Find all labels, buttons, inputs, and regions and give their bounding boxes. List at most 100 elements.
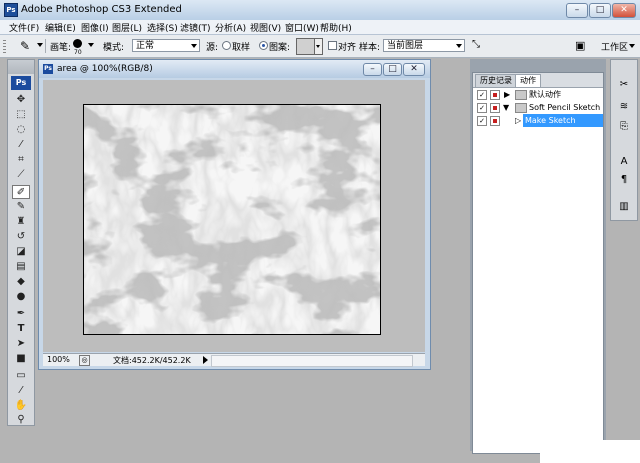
expand-arrow-icon[interactable]: ▷	[515, 114, 521, 127]
menu-image[interactable]: 图像(I)	[81, 21, 109, 34]
action-set-label: 默认动作	[529, 90, 561, 99]
tool-preset-dropdown[interactable]	[37, 43, 43, 47]
canvas-area[interactable]	[43, 80, 425, 352]
action-set-row[interactable]: ✓ ▼ Soft Pencil Sketch	[473, 101, 603, 114]
clone-source-icon[interactable]: ⎘	[615, 120, 633, 134]
brush-preview-icon[interactable]	[73, 39, 82, 48]
eyedropper-icon[interactable]: ⁄	[12, 384, 30, 398]
lasso-icon[interactable]: ◌	[12, 123, 30, 137]
move-icon[interactable]: ✥	[12, 93, 30, 107]
clone-stamp-icon[interactable]: ♜	[12, 215, 30, 229]
zoom-level[interactable]: 100%	[47, 355, 70, 364]
collapse-arrow-icon[interactable]: ▼	[503, 101, 509, 114]
photoshop-app-icon: Ps	[4, 3, 18, 17]
pattern-radio[interactable]	[259, 41, 268, 50]
aligned-label: 对齐	[338, 43, 357, 53]
marquee-icon[interactable]: ⬚	[12, 108, 30, 122]
bridge-icon[interactable]: ▣	[575, 39, 591, 52]
dodge-icon[interactable]: ●	[12, 290, 30, 304]
toggle-checkbox[interactable]: ✓	[477, 90, 487, 100]
tools-panel-icon[interactable]: ✂	[615, 78, 633, 92]
pattern-label: 图案:	[269, 43, 291, 53]
doc-maximize-button[interactable]: □	[383, 63, 402, 76]
toggle-checkbox[interactable]: ✓	[477, 103, 487, 113]
dialog-toggle-icon[interactable]	[490, 90, 500, 100]
brush-icon[interactable]: ✎	[12, 200, 30, 214]
brush-dropdown[interactable]	[88, 43, 94, 47]
menu-layer[interactable]: 图层(L)	[112, 21, 142, 34]
healing-icon[interactable]: ✐	[12, 185, 30, 199]
document-title: area @ 100%(RGB/8)	[57, 64, 153, 74]
menu-view[interactable]: 视图(V)	[250, 21, 281, 34]
separator	[45, 39, 46, 53]
menu-select[interactable]: 选择(S)	[147, 21, 178, 34]
type-icon[interactable]: T	[12, 322, 30, 336]
menu-file[interactable]: 文件(F)	[9, 21, 39, 34]
eraser-icon[interactable]: ◪	[12, 245, 30, 259]
tab-actions[interactable]: 动作	[515, 74, 541, 87]
brushes-panel-icon[interactable]: ≋	[615, 100, 633, 114]
brush-label: 画笔:	[50, 43, 72, 53]
horizontal-scrollbar[interactable]	[211, 355, 413, 367]
toggle-checkbox[interactable]: ✓	[477, 116, 487, 126]
expand-arrow-icon[interactable]: ▶	[504, 88, 510, 101]
notes-icon[interactable]: ▭	[12, 369, 30, 383]
workspace-button[interactable]: 工作区	[601, 40, 628, 53]
paragraph-panel-icon[interactable]: ¶	[615, 173, 633, 187]
mode-label: 模式:	[103, 43, 125, 53]
pattern-stamp-tool-icon[interactable]: ✎	[14, 38, 36, 54]
sample-select[interactable]: 当前图层	[383, 39, 465, 52]
status-icon[interactable]: ◎	[79, 355, 90, 366]
document-title-bar[interactable]: Ps area @ 100%(RGB/8) – □ ✕	[39, 60, 430, 78]
crop-icon[interactable]: ⌗	[12, 153, 30, 167]
toolbox-grip[interactable]	[8, 60, 34, 74]
magic-wand-icon[interactable]: ⁄	[12, 138, 30, 152]
gradient-icon[interactable]: ▤	[12, 260, 30, 274]
maximize-button[interactable]: □	[589, 3, 611, 18]
ignore-adjustment-icon[interactable]: ⤡	[472, 39, 484, 51]
slice-icon[interactable]: ⟋	[12, 168, 30, 182]
hand-icon[interactable]: ✋	[12, 399, 30, 413]
menu-help[interactable]: 帮助(H)	[320, 21, 352, 34]
path-select-icon[interactable]: ➤	[12, 337, 30, 351]
swirl-texture	[84, 105, 380, 334]
action-label-selected[interactable]: Make Sketch	[523, 114, 603, 127]
pen-icon[interactable]: ✒	[12, 307, 30, 321]
menu-edit[interactable]: 编辑(E)	[45, 21, 76, 34]
panel-icon-strip: ✂ ≋ ⎘ A ¶ ▥	[610, 59, 638, 221]
document-window: Ps area @ 100%(RGB/8) – □ ✕ 100% ◎ 文档:45…	[38, 59, 431, 370]
history-brush-icon[interactable]: ↺	[12, 230, 30, 244]
minimize-button[interactable]: –	[566, 3, 588, 18]
options-bar: ✎ 画笔: 70 模式: 正常 源: 取样 图案: 对齐 样本: 当前图层 ⤡ …	[0, 35, 640, 58]
chevron-down-icon	[456, 44, 462, 48]
action-set-row[interactable]: ✓ ▶ 默认动作	[473, 88, 603, 101]
pencil-sketch-image[interactable]	[83, 104, 381, 335]
shape-icon[interactable]: ■	[12, 352, 30, 366]
close-button[interactable]: ✕	[612, 3, 636, 18]
pattern-swatch[interactable]	[296, 38, 315, 55]
options-grip[interactable]	[3, 40, 6, 53]
dialog-toggle-icon[interactable]	[490, 103, 500, 113]
status-menu-arrow-icon[interactable]	[203, 356, 208, 364]
doc-minimize-button[interactable]: –	[363, 63, 382, 76]
character-panel-icon[interactable]: A	[615, 155, 633, 169]
toolbox: Ps ✥ ⬚ ◌ ⁄ ⌗ ⟋ ✐ ✎ ♜ ↺ ◪ ▤ ◆ ● ✒ T ➤ ■ ▭…	[7, 59, 35, 426]
mode-value: 正常	[136, 41, 155, 51]
zoom-icon[interactable]: ⚲	[12, 413, 30, 427]
pattern-picker-button[interactable]	[314, 38, 323, 55]
actions-panel: 历史记录 动作 ✓ ▶ 默认动作 ✓ ▼ Soft Pencil Sketch …	[472, 72, 604, 454]
aligned-checkbox[interactable]	[328, 41, 337, 50]
action-row[interactable]: ✓ ▷ Make Sketch	[473, 114, 603, 127]
title-bar: Ps Adobe Photoshop CS3 Extended – □ ✕	[0, 0, 640, 21]
menu-analysis[interactable]: 分析(A)	[215, 21, 246, 34]
sampled-radio[interactable]	[222, 41, 231, 50]
tab-history[interactable]: 历史记录	[475, 74, 517, 87]
menu-window[interactable]: 窗口(W)	[285, 21, 319, 34]
mode-select[interactable]: 正常	[132, 39, 200, 52]
menu-filter[interactable]: 滤镜(T)	[180, 21, 211, 34]
blur-icon[interactable]: ◆	[12, 275, 30, 289]
doc-close-button[interactable]: ✕	[403, 63, 425, 76]
layer-comps-icon[interactable]: ▥	[615, 200, 633, 214]
sampled-label: 取样	[232, 43, 251, 53]
dialog-toggle-icon[interactable]	[490, 116, 500, 126]
